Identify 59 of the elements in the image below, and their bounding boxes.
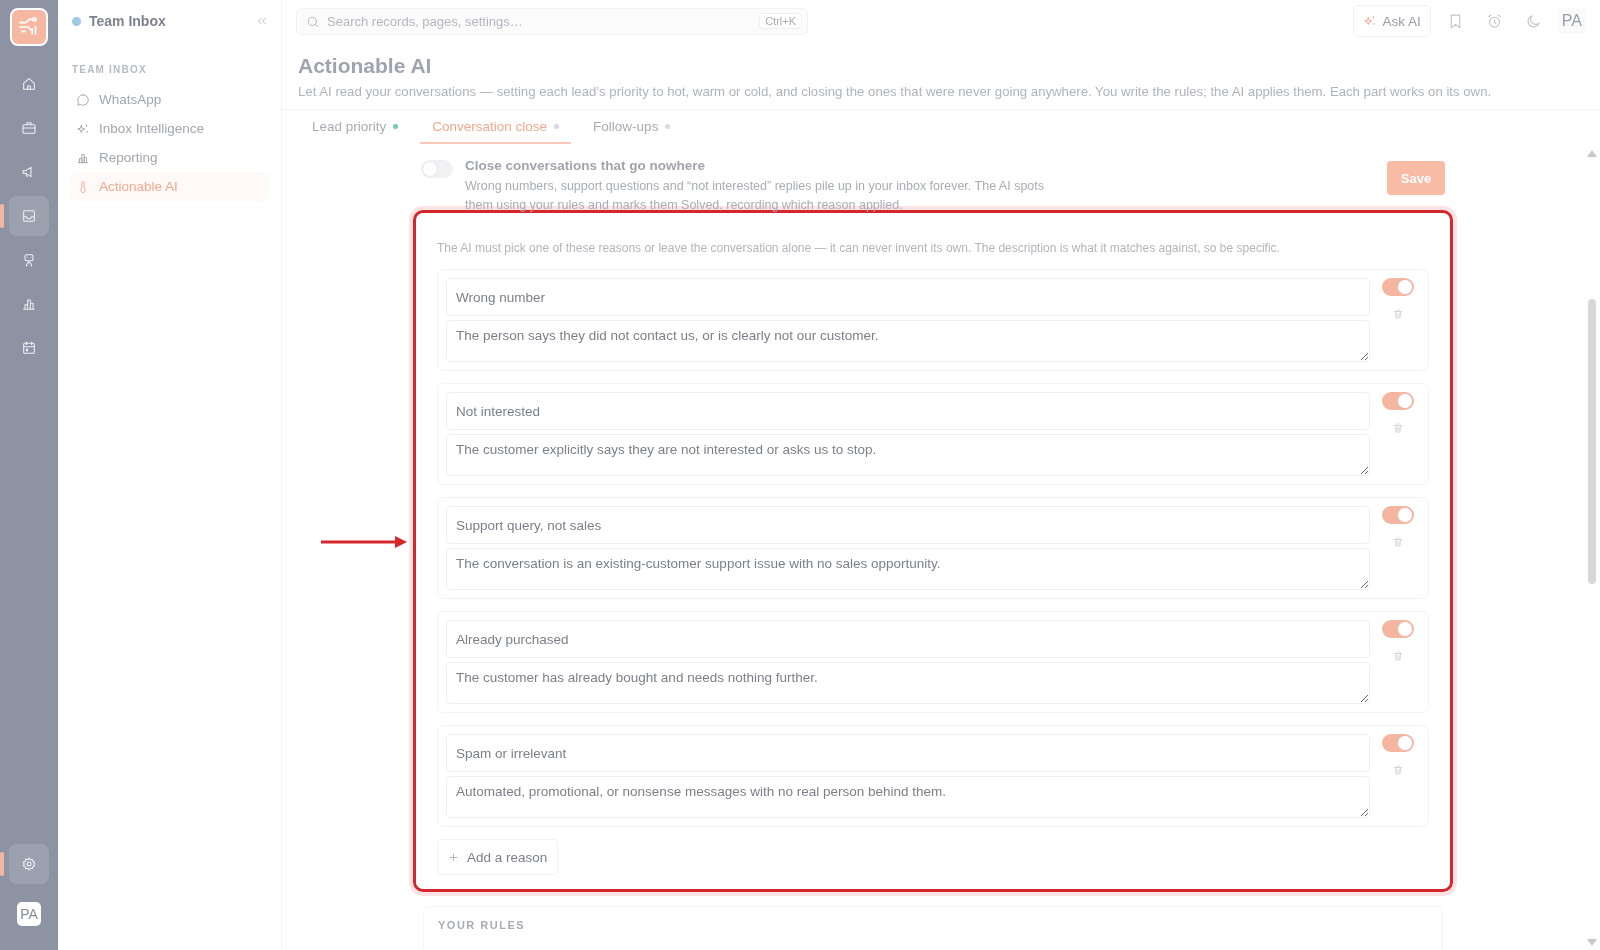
settings-icon: [21, 856, 37, 872]
tab[interactable]: Follow-ups: [581, 110, 683, 144]
toggle-switch[interactable]: [1382, 506, 1414, 524]
trash-icon: [1392, 650, 1404, 662]
sidebar-item[interactable]: WhatsApp: [70, 85, 269, 114]
sparkle-icon: [76, 121, 90, 136]
delete-button[interactable]: [1392, 422, 1404, 434]
status-dot: [72, 16, 81, 26]
sparkle-icon: [1362, 14, 1377, 28]
calendar-icon: [21, 340, 37, 356]
reason-description-field[interactable]: The customer has already bought and needs nothing further.: [446, 662, 1370, 704]
delete-button[interactable]: [1392, 536, 1404, 548]
reason-name-field[interactable]: Support query, not sales: [446, 506, 1370, 544]
reason-description-field[interactable]: The conversation is an existing-customer support issue with no sales opportunity.: [446, 548, 1370, 590]
toggle-switch[interactable]: [1382, 392, 1414, 410]
feature-title: Close conversations that go nowhere: [465, 158, 707, 173]
toggle-switch[interactable]: [1382, 620, 1414, 638]
page-title: Actionable AI: [298, 54, 433, 78]
reason-name-field[interactable]: Spam or irrelevant: [446, 734, 1370, 772]
delete-button[interactable]: [1392, 764, 1404, 776]
add-reason-button[interactable]: Add a reason: [437, 839, 559, 875]
section-label: YOUR RULES: [438, 919, 527, 931]
reason-description-field[interactable]: The person says they did not contact us, or is clearly not our customer.: [446, 320, 1370, 362]
reason-name-field[interactable]: Already purchased: [446, 620, 1370, 658]
moon-icon: [1524, 12, 1542, 30]
trash-icon: [1392, 764, 1404, 776]
hint-text: The AI must pick one of these reasons or leave the conversation alone — it can never invent its own. The description is what it matches against, so be specific.: [437, 241, 1281, 255]
trash-icon: [1392, 308, 1404, 320]
alarm-clock-icon: [1485, 12, 1503, 30]
chat-bubble-icon: [76, 92, 90, 107]
user-avatar[interactable]: PA: [17, 902, 41, 926]
delete-button[interactable]: [1392, 650, 1404, 662]
feature-description: Wrong numbers, support questions and “not interested” replies pile up in your inbox forever. The AI spots them using your rules and marks them Solved, recording which reason applied.: [465, 178, 1045, 215]
home-icon: [21, 76, 37, 92]
toggle-switch[interactable]: [1382, 278, 1414, 296]
collapse-icon: [255, 14, 269, 28]
toggle-switch[interactable]: [1382, 734, 1414, 752]
plus-icon: [448, 851, 459, 863]
reason-name-field[interactable]: Not interested: [446, 392, 1370, 430]
section-label: TEAM INBOX: [72, 64, 148, 75]
inbox-icon: [21, 208, 37, 224]
reason-description-field[interactable]: Automated, promotional, or nonsense messages with no real person behind them.: [446, 776, 1370, 818]
bar-chart-icon: [21, 296, 37, 312]
trash-icon: [1392, 536, 1404, 548]
tab[interactable]: Lead priority: [300, 110, 411, 144]
ask-ai-button[interactable]: Ask AI: [1352, 5, 1431, 37]
app-logo[interactable]: [10, 8, 48, 46]
sidebar-title: Team Inbox: [89, 13, 167, 29]
trash-icon: [1392, 422, 1404, 434]
page-description: Let AI read your conversations — setting each lead’s priority to hot, warm or cold, and closing the ones that were never going anywhere. You write the rules; the AI applies them. Each part works on its own.: [298, 84, 1493, 99]
sidebar-item[interactable]: Reporting: [70, 143, 269, 172]
sidebar-item[interactable]: Inbox Intelligence: [70, 114, 269, 143]
reason-name-field[interactable]: Wrong number: [446, 278, 1370, 316]
robot-icon: [21, 252, 37, 268]
search-icon: [306, 14, 320, 29]
reason-description-field[interactable]: The customer explicitly says they are not interested or asks us to stop.: [446, 434, 1370, 476]
delete-button[interactable]: [1392, 308, 1404, 320]
briefcase-icon: [21, 120, 37, 136]
user-avatar[interactable]: PA: [1557, 8, 1586, 34]
